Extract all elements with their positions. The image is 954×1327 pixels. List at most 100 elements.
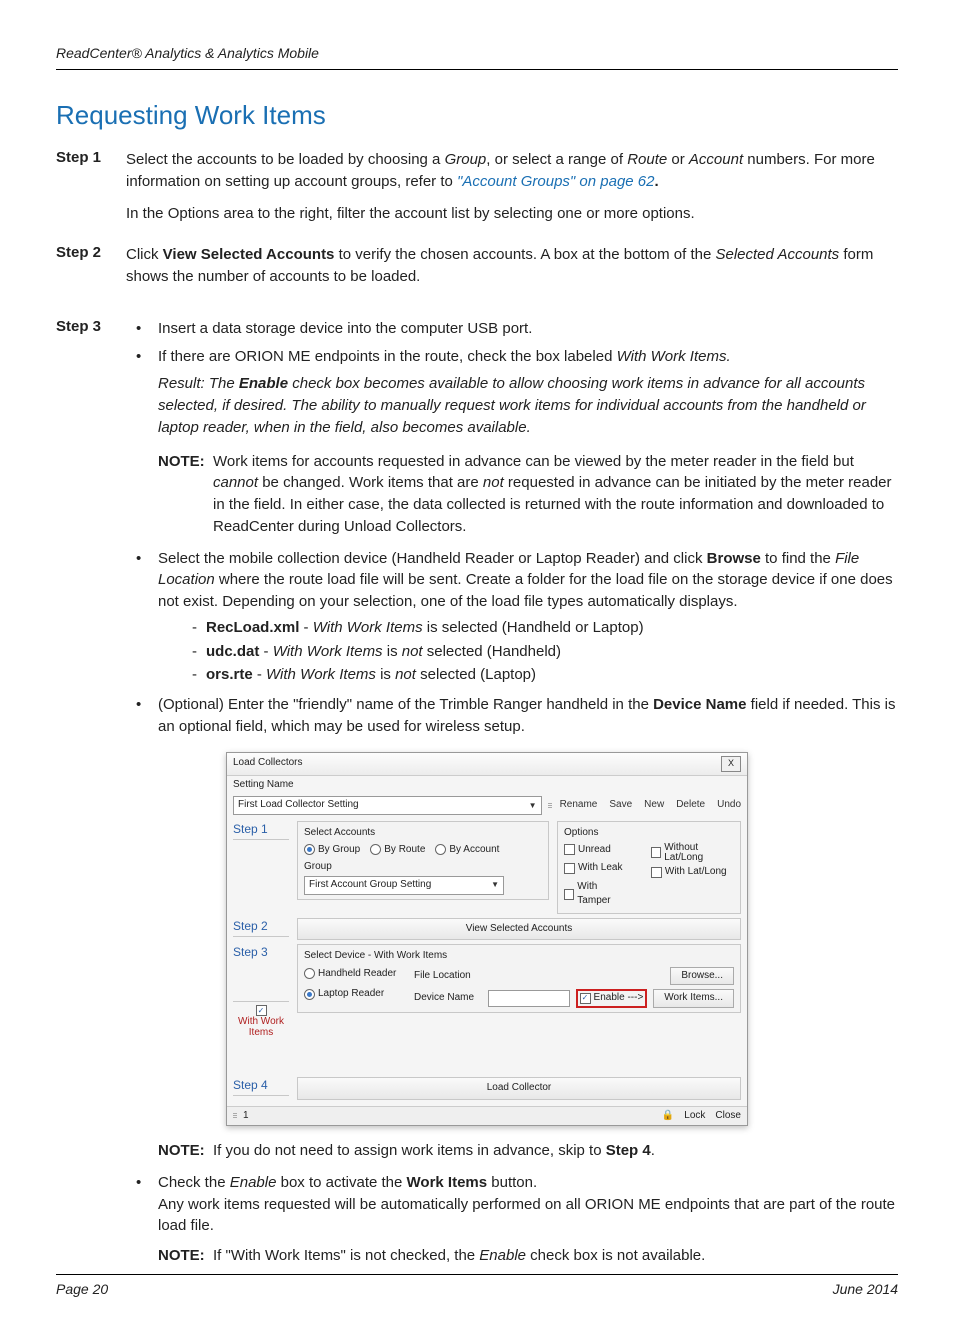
text-bold: View Selected Accounts: [163, 246, 335, 263]
text-bold: Device Name: [653, 696, 746, 713]
new-button[interactable]: New: [644, 798, 664, 813]
without-latlong-check[interactable]: Without Lat/Long: [651, 843, 734, 863]
save-button[interactable]: Save: [609, 798, 632, 813]
text-italic: With Work Items.: [617, 348, 731, 365]
text: Result: The: [158, 375, 239, 392]
device-name-input[interactable]: [488, 990, 570, 1007]
setting-name-combo[interactable]: First Load Collector Setting ▼: [233, 796, 542, 815]
text: selected (Laptop): [416, 666, 536, 683]
combo-value: First Load Collector Setting: [238, 798, 359, 813]
by-group-radio[interactable]: By Group: [304, 843, 360, 858]
step1-label: Step 1: [56, 149, 126, 234]
load-collector-button[interactable]: Load Collector: [297, 1077, 741, 1100]
text: Click: [126, 246, 163, 263]
text-bold: ors.rte: [206, 666, 253, 683]
check-label: With Lat/Long: [665, 867, 727, 877]
close-button[interactable]: Close: [715, 1109, 741, 1124]
text: box to activate the: [276, 1174, 406, 1191]
text: Any work items requested will be automat…: [158, 1196, 895, 1235]
file-location-label: File Location: [414, 969, 482, 984]
radio-label: By Account: [449, 843, 499, 858]
chevron-down-icon: ▼: [529, 800, 537, 812]
text: to find the: [761, 550, 835, 567]
enable-checkbox[interactable]: ✓Enable --->: [576, 989, 648, 1008]
text: .: [651, 1142, 655, 1159]
text-italic: not: [402, 643, 423, 660]
text: -: [253, 666, 266, 683]
browse-button[interactable]: Browse...: [670, 967, 734, 986]
text: check box is not available.: [526, 1247, 705, 1264]
text-italic: Account: [689, 151, 743, 168]
view-selected-accounts-button[interactable]: View Selected Accounts: [297, 918, 741, 941]
text-italic: Selected Accounts: [715, 246, 839, 263]
options-label: Options: [564, 826, 734, 841]
dialog-title: Load Collectors: [233, 756, 302, 771]
delete-button[interactable]: Delete: [676, 798, 705, 813]
text: is: [376, 666, 395, 683]
with-work-items-check[interactable]: ✓: [256, 1005, 267, 1016]
text: .: [654, 173, 658, 190]
text: to verify the chosen accounts. A box at …: [334, 246, 715, 263]
text: Select the accounts to be loaded by choo…: [126, 151, 445, 168]
dlg-step2-label: Step 2: [233, 918, 289, 937]
text-bold: RecLoad.xml: [206, 619, 299, 636]
select-accounts-label: Select Accounts: [304, 826, 542, 841]
radio-label: Laptop Reader: [318, 987, 384, 1002]
text-bold: udc.dat: [206, 643, 259, 660]
text: Work items for accounts requested in adv…: [213, 453, 854, 470]
step1-p2: In the Options area to the right, filter…: [126, 203, 898, 225]
text-bold: Work Items: [407, 1174, 488, 1191]
xref-account-groups[interactable]: "Account Groups" on page 62: [457, 173, 654, 190]
check-label: Unread: [578, 843, 611, 858]
rename-button[interactable]: Rename: [560, 798, 598, 813]
note-body: If "With Work Items" is not checked, the…: [213, 1245, 898, 1267]
text: (Optional) Enter the "friendly" name of …: [158, 696, 653, 713]
text-bold-italic: Enable: [239, 375, 288, 392]
lock-icon: 🔒: [662, 1109, 674, 1124]
radio-label: By Route: [384, 843, 425, 858]
text: is selected (Handheld or Laptop): [423, 619, 644, 636]
step3-b4: (Optional) Enter the "friendly" name of …: [126, 694, 898, 738]
note-label: NOTE:: [158, 1245, 213, 1267]
by-route-radio[interactable]: By Route: [370, 843, 425, 858]
with-work-items-label: With Work Items: [233, 1016, 289, 1073]
step2-p1: Click View Selected Accounts to verify t…: [126, 244, 898, 288]
undo-button[interactable]: Undo: [717, 798, 741, 813]
step1-p1: Select the accounts to be loaded by choo…: [126, 149, 898, 193]
enable-label: Enable --->: [594, 991, 644, 1006]
text-italic: With Work Items: [313, 619, 423, 636]
text: is: [383, 643, 402, 660]
text: selected (Handheld): [423, 643, 561, 660]
dash2: udc.dat - With Work Items is not selecte…: [158, 641, 898, 663]
load-collectors-dialog: Load Collectors X Setting Name First Loa…: [226, 752, 748, 1127]
combo-value: First Account Group Setting: [309, 878, 431, 893]
handheld-radio[interactable]: Handheld Reader: [304, 967, 404, 982]
check-label: With Tamper: [577, 880, 629, 909]
radio-label: Handheld Reader: [318, 967, 396, 982]
with-latlong-check[interactable]: With Lat/Long: [651, 867, 734, 878]
device-name-label: Device Name: [414, 991, 482, 1006]
close-icon[interactable]: X: [721, 756, 741, 772]
work-items-button[interactable]: Work Items...: [653, 989, 734, 1008]
text-bold: Step 4: [606, 1142, 651, 1159]
text-bold: Browse: [707, 550, 761, 567]
unread-check[interactable]: Unread: [564, 843, 629, 858]
text-italic: cannot: [213, 474, 258, 491]
section-title: Requesting Work Items: [56, 100, 898, 131]
with-tamper-check[interactable]: With Tamper: [564, 880, 629, 909]
page-number: Page 20: [56, 1281, 108, 1297]
by-account-radio[interactable]: By Account: [435, 843, 499, 858]
note-label: NOTE:: [158, 1140, 213, 1162]
status-count: 1: [243, 1109, 249, 1124]
with-leak-check[interactable]: With Leak: [564, 861, 629, 876]
text: Select the mobile collection device (Han…: [158, 550, 707, 567]
text: If you do not need to assign work items …: [213, 1142, 606, 1159]
running-head: ReadCenter® Analytics & Analytics Mobile: [56, 45, 898, 70]
check-label: Without Lat/Long: [664, 843, 734, 863]
lock-button[interactable]: Lock: [684, 1109, 705, 1124]
group-combo[interactable]: First Account Group Setting▼: [304, 876, 504, 895]
dlg-step4-label: Step 4: [233, 1077, 289, 1096]
group-label: Group: [304, 860, 542, 875]
laptop-radio[interactable]: Laptop Reader: [304, 987, 404, 1002]
step3-result: Result: The Enable check box becomes ava…: [126, 373, 898, 438]
